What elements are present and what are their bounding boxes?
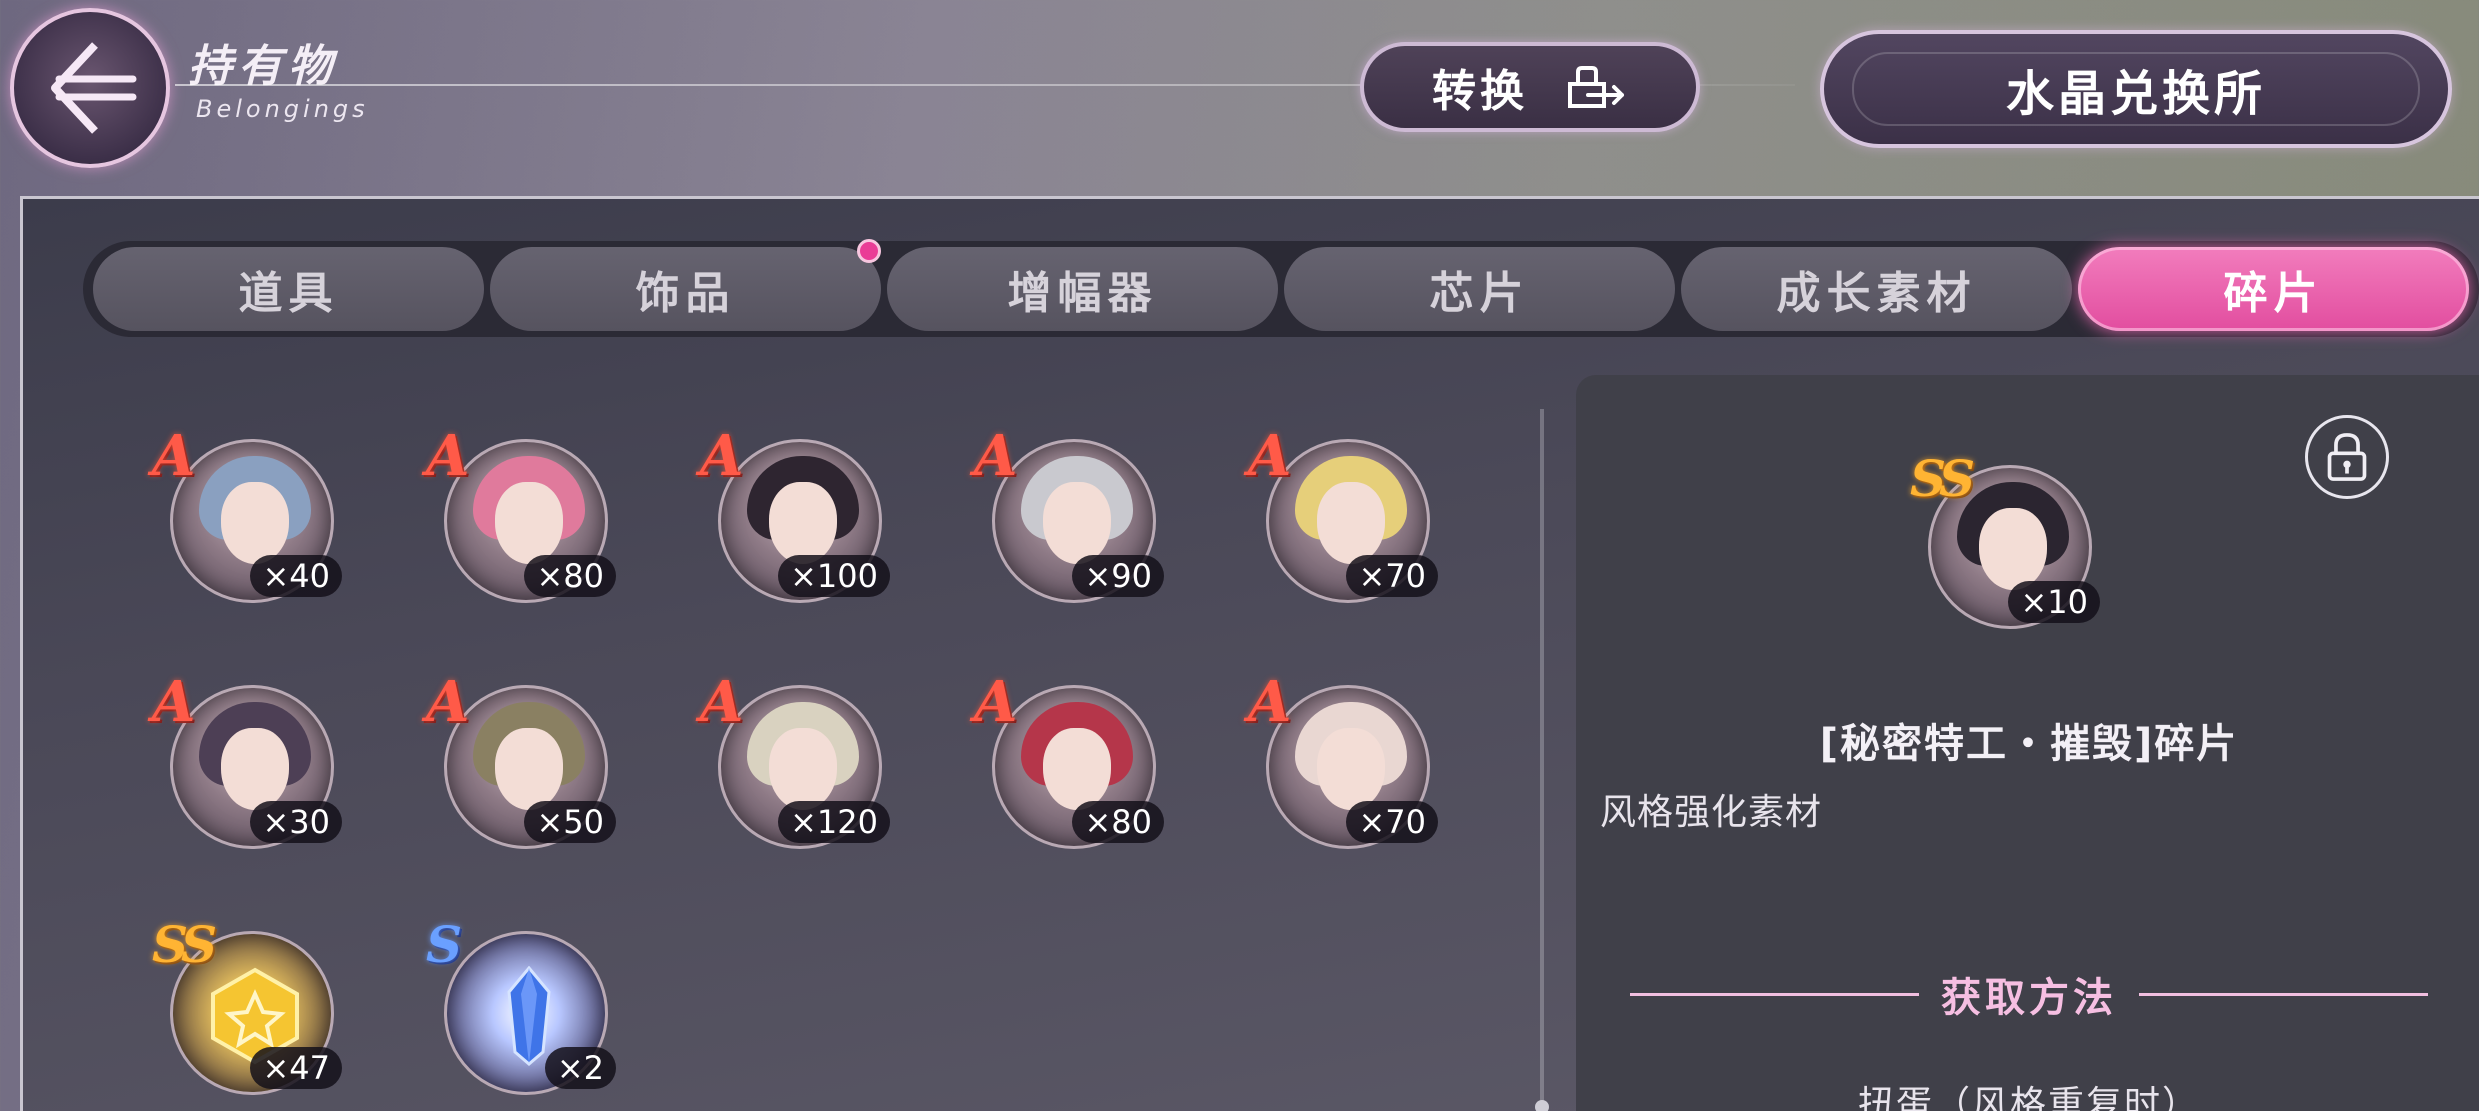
item-count: ×10 xyxy=(2008,581,2100,623)
rarity-badge: SS xyxy=(1910,449,1975,508)
item-count: ×47 xyxy=(250,1047,342,1089)
item-slot[interactable]: A ×40 xyxy=(148,417,348,617)
tab-accessories[interactable]: 饰品 xyxy=(490,239,881,331)
lock-icon xyxy=(2327,433,2367,481)
tab-label: 增幅器 xyxy=(1007,268,1158,319)
back-arrow-icon xyxy=(51,42,137,134)
item-count: ×70 xyxy=(1346,801,1438,843)
item-count: ×90 xyxy=(1072,555,1164,597)
rarity-badge: A xyxy=(426,423,470,489)
rarity-badge: A xyxy=(152,423,196,489)
lock-button[interactable] xyxy=(2305,415,2389,499)
tab-amplifiers[interactable]: 增幅器 xyxy=(887,247,1278,331)
tab-label: 道具 xyxy=(238,268,339,319)
tab-chips[interactable]: 芯片 xyxy=(1284,247,1675,331)
rarity-badge: S xyxy=(426,915,463,974)
item-slot[interactable]: A ×90 xyxy=(970,417,1170,617)
tab-label: 成长素材 xyxy=(1776,268,1977,319)
item-slot[interactable]: SS ×47 xyxy=(148,909,348,1109)
item-count: ×40 xyxy=(250,555,342,597)
rarity-badge: A xyxy=(152,669,196,735)
item-count: ×50 xyxy=(524,801,616,843)
crystal-exchange-button[interactable]: 水晶兑换所 xyxy=(1820,30,2452,148)
rarity-badge: A xyxy=(426,669,470,735)
export-icon xyxy=(1568,66,1624,108)
item-count: ×30 xyxy=(250,801,342,843)
convert-button-label: 转换 xyxy=(1432,66,1528,117)
scrollbar[interactable] xyxy=(1535,409,1549,1111)
obtain-section-header: 获取方法 xyxy=(1630,965,2428,1023)
rarity-badge: A xyxy=(1248,423,1292,489)
tab-label: 芯片 xyxy=(1429,268,1530,319)
page-subtitle: Belongings xyxy=(196,95,369,123)
rarity-badge: A xyxy=(1248,669,1292,735)
category-tab-bar: 道具 饰品 增幅器 芯片 成长素材 碎片 xyxy=(83,239,2479,337)
item-slot[interactable]: A ×30 xyxy=(148,663,348,863)
item-slot[interactable]: A ×70 xyxy=(1244,663,1444,863)
item-count: ×120 xyxy=(778,801,890,843)
item-slot[interactable]: A ×80 xyxy=(970,663,1170,863)
notification-dot xyxy=(857,239,881,263)
item-name: [秘密特工・摧毁]碎片 xyxy=(1819,721,2239,767)
rarity-badge: A xyxy=(974,423,1018,489)
item-detail-panel: SS ×10 [秘密特工・摧毁]碎片 风格强化素材 获取方法 扭蛋（风格重复时） xyxy=(1576,375,2479,1111)
item-count: ×2 xyxy=(544,1047,616,1089)
selected-item-icon: SS ×10 xyxy=(1906,443,2106,643)
item-slot[interactable]: A ×120 xyxy=(696,663,896,863)
rarity-badge: A xyxy=(974,669,1018,735)
item-slot[interactable]: S ×2 xyxy=(422,909,622,1109)
item-slot[interactable]: A ×50 xyxy=(422,663,622,863)
item-count: ×70 xyxy=(1346,555,1438,597)
item-description: 风格强化素材 xyxy=(1600,792,1823,833)
item-count: ×80 xyxy=(1072,801,1164,843)
scrollbar-thumb[interactable] xyxy=(1535,1100,1549,1111)
convert-button[interactable]: 转换 xyxy=(1360,42,1700,132)
tab-fragments[interactable]: 碎片 xyxy=(2078,247,2469,331)
tab-label: 碎片 xyxy=(2223,268,2324,319)
item-slot[interactable]: A ×80 xyxy=(422,417,622,617)
item-slot[interactable]: A ×100 xyxy=(696,417,896,617)
tab-growth-materials[interactable]: 成长素材 xyxy=(1681,247,2072,331)
obtain-title: 获取方法 xyxy=(1941,975,2117,1021)
crystal-exchange-label: 水晶兑换所 xyxy=(2005,66,2266,122)
tab-label: 饰品 xyxy=(635,268,736,319)
item-count: ×100 xyxy=(778,555,890,597)
rarity-badge: A xyxy=(700,423,744,489)
inventory-panel: 道具 饰品 增幅器 芯片 成长素材 碎片 A ×40 A ×80 A ×100 A ×90 A ×… xyxy=(20,196,2479,1111)
obtain-method: 扭蛋（风格重复时） xyxy=(1857,1084,2200,1111)
rarity-badge: SS xyxy=(152,915,217,974)
rarity-badge: A xyxy=(700,669,744,735)
item-grid: A ×40 A ×80 A ×100 A ×90 A ×70 A ×30 A ×50 A ×120 A ×80 A ×… xyxy=(148,417,1448,1111)
back-button[interactable] xyxy=(10,8,170,168)
tab-items[interactable]: 道具 xyxy=(93,247,484,331)
item-slot[interactable]: A ×70 xyxy=(1244,417,1444,617)
item-count: ×80 xyxy=(524,555,616,597)
